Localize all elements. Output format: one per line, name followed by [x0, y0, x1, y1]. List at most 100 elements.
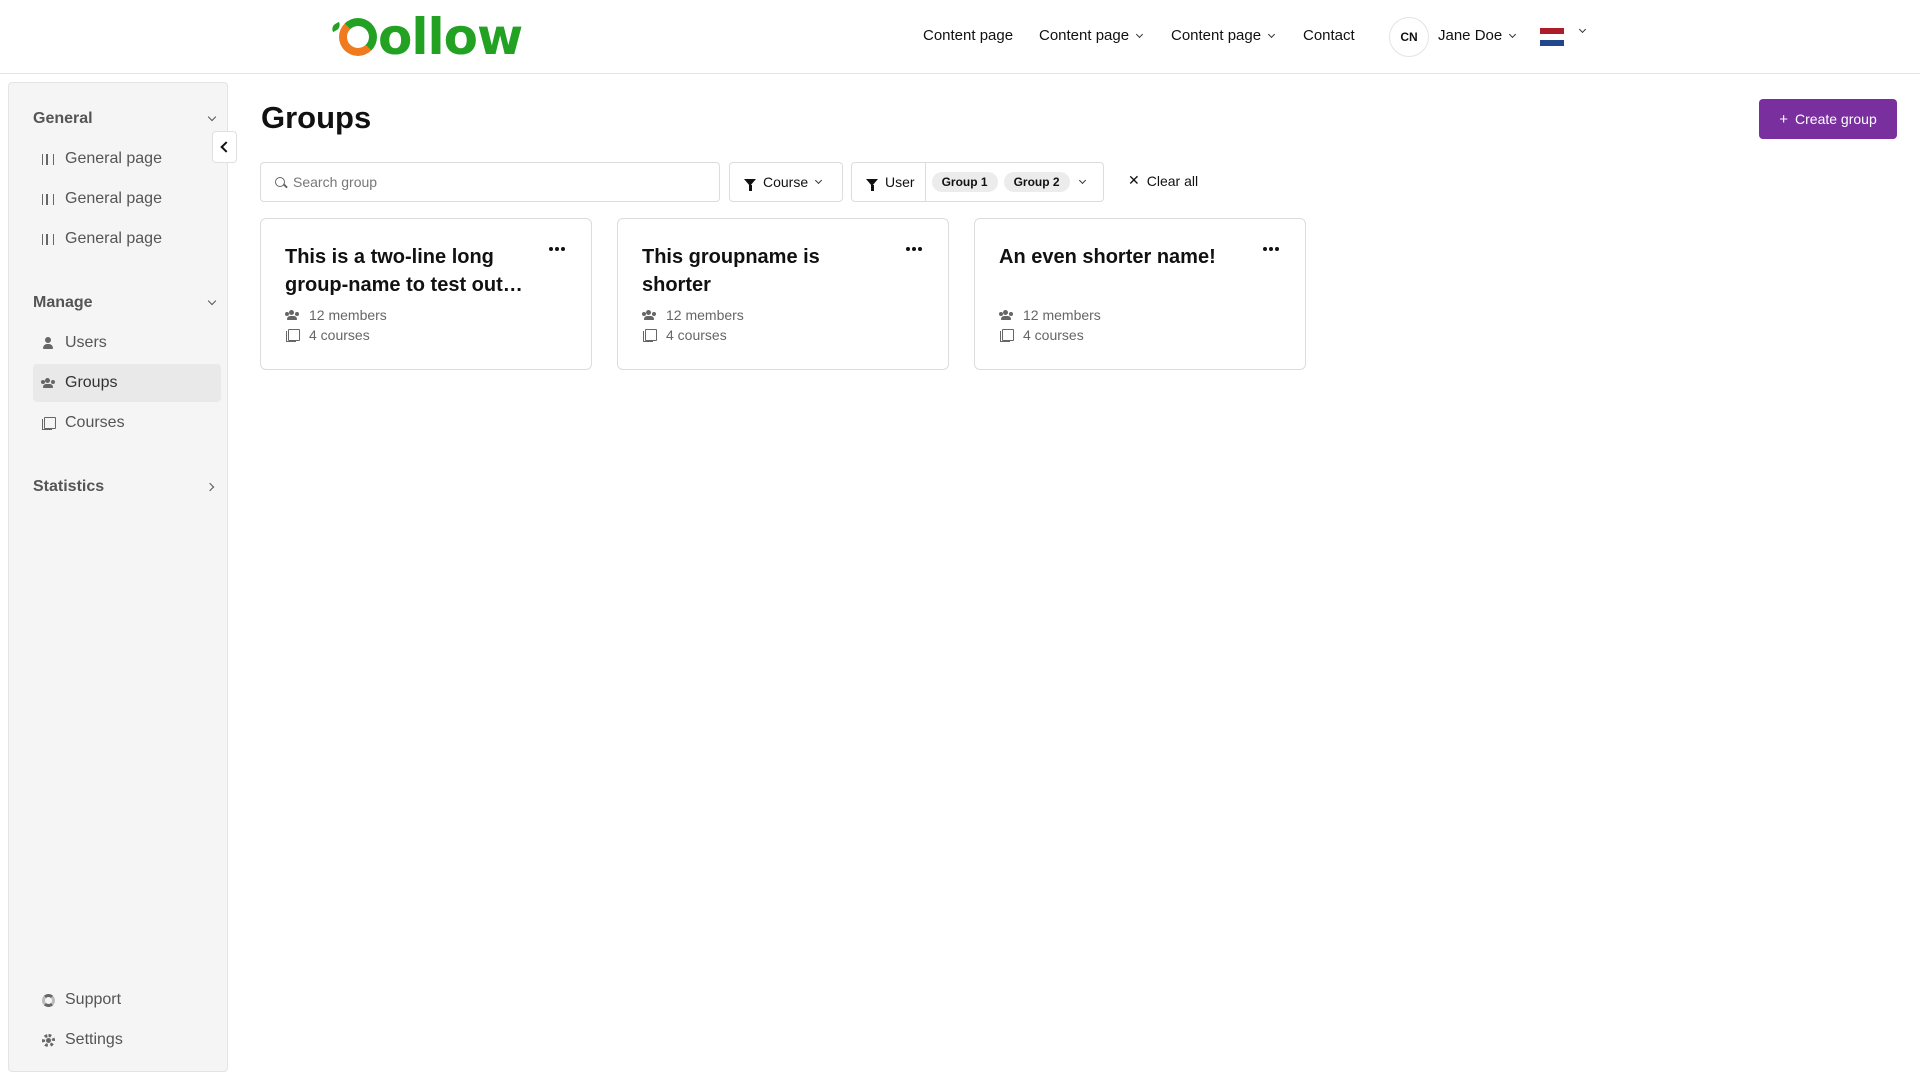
chevron-down-icon	[1136, 30, 1144, 38]
search-input[interactable]	[293, 174, 693, 190]
chevron-down-icon	[207, 296, 217, 306]
avatar[interactable]: CN	[1389, 17, 1429, 57]
user-menu[interactable]: Jane Doe	[1438, 27, 1517, 44]
nav-item-content-page-1[interactable]: Content page	[923, 27, 1013, 44]
group-icon	[285, 308, 299, 322]
filter-icon	[744, 178, 756, 191]
group-card[interactable]: An even shorter name! 12 members 4 cours…	[974, 218, 1306, 370]
nl-flag-icon[interactable]	[1540, 28, 1564, 46]
create-group-button[interactable]: + Create group	[1759, 99, 1897, 139]
filter-chip-group-2[interactable]: Group 2	[1003, 172, 1070, 192]
members-count: 12 members	[666, 307, 744, 323]
members-count: 12 members	[1023, 307, 1101, 323]
sidebar-item-label: Groups	[65, 374, 118, 391]
clear-all-label: Clear all	[1146, 172, 1199, 189]
divider	[924, 163, 926, 201]
chevron-down-icon	[815, 176, 823, 185]
sidebar: General General page General page Genera…	[8, 82, 228, 1072]
group-card-title: An even shorter name!	[999, 246, 1216, 268]
sidebar-item-general-page-3[interactable]: General page	[33, 220, 221, 258]
user-icon	[41, 336, 55, 350]
more-options-icon[interactable]	[1263, 247, 1279, 251]
group-card-courses: 4 courses	[285, 327, 370, 343]
sidebar-section-title: General	[33, 110, 93, 127]
plus-icon: +	[1779, 110, 1789, 128]
book-icon	[642, 328, 657, 342]
group-icon	[41, 376, 55, 390]
group-icon	[642, 308, 656, 322]
group-card-members: 12 members	[285, 307, 387, 323]
sidebar-section-title: Manage	[33, 294, 93, 311]
close-icon: ✕	[1128, 172, 1140, 188]
sidebar-section-title: Statistics	[33, 478, 105, 495]
more-options-icon[interactable]	[549, 247, 565, 251]
chevron-left-icon	[220, 141, 232, 153]
gear-icon	[41, 1033, 55, 1047]
nav-item-label: Contact	[1303, 27, 1355, 44]
search-box	[260, 162, 720, 202]
sidebar-item-support[interactable]: Support	[33, 981, 221, 1019]
user-filter[interactable]: User Group 1 Group 2	[851, 162, 1104, 202]
sidebar-item-label: Courses	[65, 414, 125, 431]
top-header: ollow Content page Content page Content …	[0, 0, 1920, 74]
chevron-down-icon	[1078, 176, 1086, 185]
logo-mark-icon	[330, 18, 377, 56]
sidebar-item-users[interactable]: Users	[33, 324, 221, 362]
sidebar-item-settings[interactable]: Settings	[33, 1021, 221, 1059]
book-icon	[41, 416, 56, 430]
group-card-courses: 4 courses	[642, 327, 727, 343]
filter-chip-group-1[interactable]: Group 1	[931, 172, 998, 192]
book-icon	[999, 328, 1014, 342]
sidebar-item-label: Settings	[65, 1031, 123, 1048]
user-name: Jane Doe	[1438, 27, 1503, 44]
nav-item-label: Content page	[923, 27, 1014, 44]
map-icon	[41, 152, 55, 166]
courses-count: 4 courses	[666, 327, 727, 343]
sidebar-item-groups[interactable]: Groups	[33, 364, 221, 402]
logo[interactable]: ollow	[330, 8, 523, 66]
create-group-label: Create group	[1795, 111, 1877, 127]
logo-text: ollow	[378, 8, 523, 66]
sidebar-item-label: General page	[65, 190, 162, 207]
chevron-down-icon	[207, 112, 217, 122]
sidebar-collapse-button[interactable]	[212, 131, 237, 163]
nav-item-content-page-3[interactable]: Content page	[1171, 27, 1276, 44]
sidebar-item-general-page-2[interactable]: General page	[33, 180, 221, 218]
sidebar-item-label: Support	[65, 991, 122, 1008]
sidebar-section-general[interactable]: General	[33, 110, 219, 128]
group-card[interactable]: This groupname is shorter 12 members 4 c…	[617, 218, 949, 370]
chevron-right-icon	[205, 482, 215, 492]
nav-item-label: Content page	[1171, 27, 1262, 44]
user-filter-label: User	[885, 174, 915, 190]
group-card-title: This is a two-line long group-name to te…	[285, 246, 523, 296]
chevron-down-icon	[1268, 30, 1276, 38]
group-icon	[999, 308, 1013, 322]
sidebar-section-manage[interactable]: Manage	[33, 294, 219, 312]
members-count: 12 members	[309, 307, 387, 323]
group-card-members: 12 members	[642, 307, 744, 323]
courses-count: 4 courses	[309, 327, 370, 343]
map-icon	[41, 232, 55, 246]
sidebar-item-label: General page	[65, 230, 162, 247]
group-card-members: 12 members	[999, 307, 1101, 323]
group-card[interactable]: This is a two-line long group-name to te…	[260, 218, 592, 370]
courses-count: 4 courses	[1023, 327, 1084, 343]
sidebar-item-label: General page	[65, 150, 162, 167]
clear-all-button[interactable]: ✕ Clear all	[1128, 172, 1198, 189]
more-options-icon[interactable]	[906, 247, 922, 251]
sidebar-section-statistics[interactable]: Statistics	[33, 478, 219, 496]
course-filter[interactable]: Course	[729, 162, 843, 202]
sidebar-item-courses[interactable]: Courses	[33, 404, 221, 442]
sidebar-item-general-page-1[interactable]: General page	[33, 140, 221, 178]
book-icon	[285, 328, 300, 342]
course-filter-label: Course	[763, 174, 809, 190]
group-card-courses: 4 courses	[999, 327, 1084, 343]
group-card-title: This groupname is shorter	[642, 246, 820, 296]
search-icon	[275, 177, 285, 187]
nav-item-contact[interactable]: Contact	[1303, 27, 1355, 44]
language-chevron-down-icon[interactable]	[1578, 25, 1587, 34]
sidebar-item-label: Users	[65, 334, 107, 351]
support-icon	[41, 993, 55, 1007]
page-title: Groups	[261, 100, 372, 135]
nav-item-content-page-2[interactable]: Content page	[1039, 27, 1144, 44]
